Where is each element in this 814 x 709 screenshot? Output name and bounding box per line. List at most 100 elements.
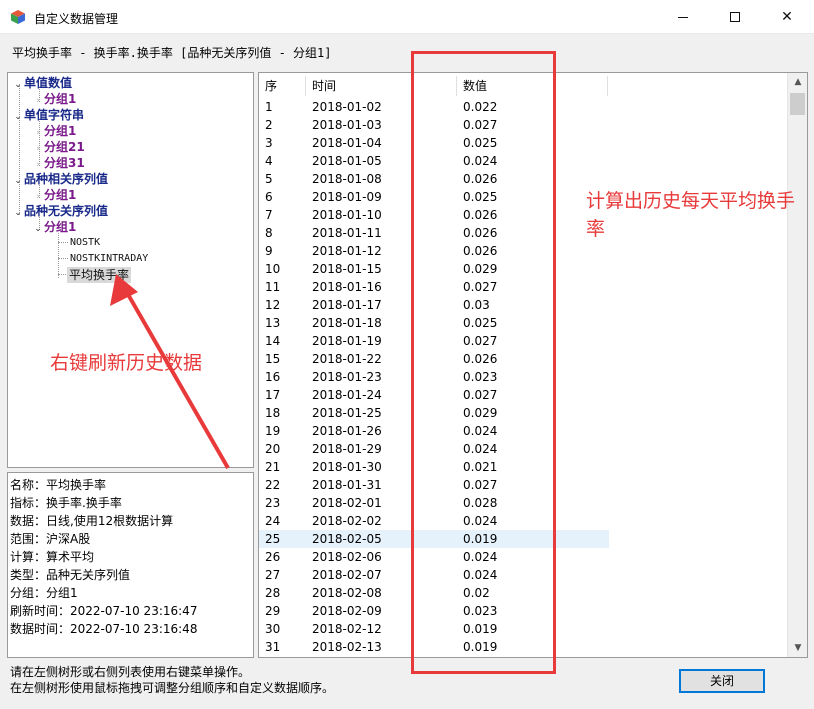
row-time-cell: 2018-01-05 [312, 154, 382, 168]
row-seq-cell: 31 [265, 640, 281, 654]
scroll-up-icon[interactable]: ▲ [788, 73, 807, 91]
row-seq-cell: 17 [265, 388, 281, 402]
row-time-cell: 2018-01-19 [312, 334, 382, 348]
minimize-icon [678, 16, 688, 18]
row-time-cell: 2018-01-26 [312, 424, 382, 438]
tree-connector [58, 274, 66, 275]
row-seq-cell: 11 [265, 280, 281, 294]
highlight-frame [411, 51, 556, 674]
collapse-toggle-icon[interactable]: ⌄ [12, 173, 24, 189]
row-seq-cell: 29 [265, 604, 281, 618]
tree-node-group[interactable]: ⌄ 分组1 [32, 219, 76, 235]
maximize-button[interactable] [712, 0, 758, 34]
row-time-cell: 2018-01-03 [312, 118, 382, 132]
column-header-time[interactable]: 时间 [312, 73, 336, 99]
row-seq-cell: 9 [265, 244, 273, 258]
row-time-cell: 2018-01-25 [312, 406, 382, 420]
row-seq-cell: 13 [265, 316, 281, 330]
row-seq-cell: 12 [265, 298, 281, 312]
row-time-cell: 2018-01-30 [312, 460, 382, 474]
row-time-cell: 2018-02-05 [312, 532, 382, 546]
row-seq-cell: 10 [265, 262, 281, 276]
window-title: 自定义数据管理 [34, 12, 119, 26]
row-time-cell: 2018-01-23 [312, 370, 382, 384]
tree-node-symbol-series[interactable]: ⌄ 品种相关序列值 [12, 171, 108, 187]
row-seq-cell: 30 [265, 622, 281, 636]
vertical-scrollbar[interactable]: ▲ ▼ [787, 73, 807, 657]
row-seq-cell: 24 [265, 514, 281, 528]
tree-node-group[interactable]: › 分组1 [32, 91, 76, 107]
row-seq-cell: 7 [265, 208, 273, 222]
column-divider[interactable] [305, 76, 306, 96]
row-seq-cell: 25 [265, 532, 281, 546]
app-cube-icon [11, 10, 25, 24]
row-seq-cell: 1 [265, 100, 273, 114]
scroll-thumb[interactable] [790, 93, 805, 115]
row-seq-cell: 5 [265, 172, 273, 186]
row-time-cell: 2018-02-07 [312, 568, 382, 582]
tree-leaf-item[interactable]: NOSTKINTRADAY [70, 251, 148, 267]
column-divider[interactable] [607, 76, 608, 96]
row-seq-cell: 18 [265, 406, 281, 420]
tree-connector [19, 84, 20, 215]
column-header-seq[interactable]: 序 [265, 73, 277, 99]
row-time-cell: 2018-02-13 [312, 640, 382, 654]
tree-connector [58, 258, 68, 259]
tree-node-nonsymbol-series[interactable]: ⌄ 品种无关序列值 [12, 203, 108, 219]
row-time-cell: 2018-02-01 [312, 496, 382, 510]
tree-node-group[interactable]: › 分组1 [32, 123, 76, 139]
row-seq-cell: 19 [265, 424, 281, 438]
tree-node-single-number[interactable]: ⌄ 单值数值 [12, 75, 72, 91]
row-time-cell: 2018-02-06 [312, 550, 382, 564]
row-time-cell: 2018-01-11 [312, 226, 382, 240]
tree-connector [58, 242, 68, 243]
row-seq-cell: 15 [265, 352, 281, 366]
collapse-toggle-icon[interactable]: ⌄ [32, 221, 44, 237]
row-time-cell: 2018-01-18 [312, 316, 382, 330]
row-time-cell: 2018-01-16 [312, 280, 382, 294]
minimize-button[interactable] [660, 0, 706, 34]
info-range: 范围：沪深A股 [10, 532, 91, 546]
row-seq-cell: 20 [265, 442, 281, 456]
tree-connector [58, 233, 59, 278]
info-group: 分组：分组1 [10, 586, 78, 600]
row-seq-cell: 26 [265, 550, 281, 564]
info-refresh-time: 刷新时间：2022-07-10 23:16:47 [10, 604, 198, 618]
scroll-down-icon[interactable]: ▼ [788, 639, 807, 657]
row-time-cell: 2018-01-02 [312, 100, 382, 114]
tree-node-single-string[interactable]: ⌄ 单值字符串 [12, 107, 84, 123]
close-button[interactable]: 关闭 [679, 669, 765, 693]
collapse-toggle-icon[interactable]: ⌄ [12, 77, 24, 93]
row-time-cell: 2018-02-02 [312, 514, 382, 528]
info-data-time: 数据时间：2022-07-10 23:16:48 [10, 622, 198, 636]
row-time-cell: 2018-02-12 [312, 622, 382, 636]
row-time-cell: 2018-01-08 [312, 172, 382, 186]
collapse-toggle-icon[interactable]: ⌄ [12, 109, 24, 125]
tree-node-group[interactable]: › 分组1 [32, 187, 76, 203]
tree-leaf-item[interactable]: NOSTK [70, 235, 100, 251]
info-indicator: 指标：换手率.换手率 [10, 496, 122, 510]
footer-hint-line2: 在左侧树形使用鼠标拖拽可调整分组顺序和自定义数据顺序。 [10, 681, 335, 695]
row-seq-cell: 23 [265, 496, 281, 510]
row-seq-cell: 14 [265, 334, 281, 348]
row-seq-cell: 27 [265, 568, 281, 582]
item-info-panel: 名称：平均换手率 指标：换手率.换手率 数据：日线,使用12根数据计算 范围：沪… [7, 472, 254, 658]
collapse-toggle-icon[interactable]: ⌄ [12, 205, 24, 221]
row-time-cell: 2018-01-17 [312, 298, 382, 312]
annotation-arrow-icon [110, 274, 230, 469]
maximize-icon [730, 12, 740, 22]
row-seq-cell: 3 [265, 136, 273, 150]
row-time-cell: 2018-01-29 [312, 442, 382, 456]
info-calc: 计算：算术平均 [10, 550, 95, 564]
title-bar: 自定义数据管理 ✕ [0, 0, 814, 34]
row-time-cell: 2018-02-09 [312, 604, 382, 618]
close-window-button[interactable]: ✕ [764, 0, 810, 34]
row-time-cell: 2018-02-08 [312, 586, 382, 600]
row-time-cell: 2018-01-10 [312, 208, 382, 222]
tree-node-group[interactable]: › 分组21 [32, 139, 85, 155]
row-seq-cell: 4 [265, 154, 273, 168]
current-item-path: 平均换手率 - 换手率.换手率 [品种无关序列值 - 分组1] [12, 46, 332, 60]
row-time-cell: 2018-01-12 [312, 244, 382, 258]
tree-node-group[interactable]: › 分组31 [32, 155, 85, 171]
info-data: 数据：日线,使用12根数据计算 [10, 514, 174, 528]
